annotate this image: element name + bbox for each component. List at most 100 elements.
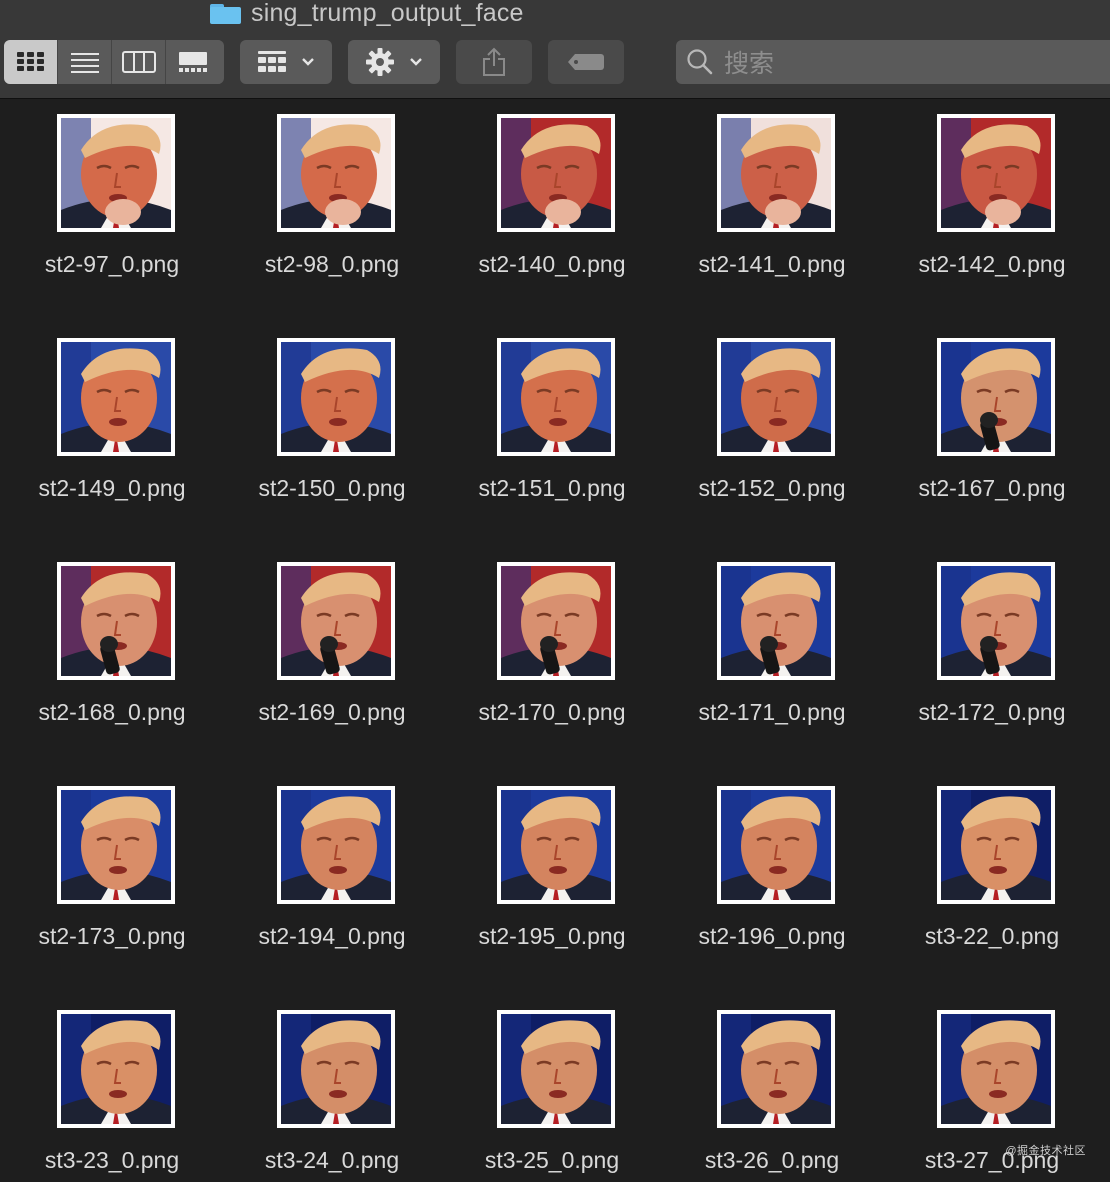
file-name-label: st2-194_0.png xyxy=(258,923,406,949)
file-item[interactable]: st2-196_0.png xyxy=(662,771,882,995)
list-view-icon xyxy=(70,53,99,73)
list-view-button[interactable] xyxy=(58,40,112,84)
image-thumbnail[interactable] xyxy=(937,114,1055,232)
file-item[interactable]: st3-22_0.png xyxy=(882,771,1102,995)
file-name-label: st2-141_0.png xyxy=(698,251,846,277)
file-name-label: st2-171_0.png xyxy=(698,699,846,725)
share-button[interactable] xyxy=(456,40,532,84)
image-thumbnail[interactable] xyxy=(497,786,615,904)
file-name-label: st2-140_0.png xyxy=(478,251,626,277)
gear-icon xyxy=(366,48,394,76)
image-thumbnail[interactable] xyxy=(937,1010,1055,1128)
file-item[interactable]: st2-152_0.png xyxy=(662,323,882,547)
file-item[interactable]: st2-151_0.png xyxy=(442,323,662,547)
gallery-view-icon xyxy=(179,52,207,72)
image-thumbnail[interactable] xyxy=(277,786,395,904)
search-field[interactable]: 搜索 xyxy=(676,40,1110,84)
group-by-button[interactable] xyxy=(240,40,332,84)
file-item[interactable]: st3-25_0.png xyxy=(442,995,662,1182)
image-thumbnail[interactable] xyxy=(57,114,175,232)
file-name-label: st3-25_0.png xyxy=(484,1147,620,1173)
image-thumbnail[interactable] xyxy=(717,562,835,680)
file-item[interactable]: st2-172_0.png xyxy=(882,547,1102,771)
share-icon xyxy=(483,47,505,76)
window-title: sing_trump_output_face xyxy=(210,0,524,27)
file-name-label: st2-172_0.png xyxy=(918,699,1066,725)
file-item[interactable]: st3-26_0.png xyxy=(662,995,882,1182)
file-item[interactable]: st2-98_0.png xyxy=(222,99,442,323)
image-thumbnail[interactable] xyxy=(497,114,615,232)
file-item[interactable]: st2-150_0.png xyxy=(222,323,442,547)
view-mode-control xyxy=(4,40,224,84)
file-name-label: st3-24_0.png xyxy=(264,1147,400,1173)
file-item[interactable]: st2-194_0.png xyxy=(222,771,442,995)
chevron-down-icon xyxy=(302,58,314,66)
file-name-label: st2-167_0.png xyxy=(918,475,1066,501)
image-thumbnail[interactable] xyxy=(497,562,615,680)
file-item[interactable]: st2-168_0.png xyxy=(2,547,222,771)
image-thumbnail[interactable] xyxy=(717,786,835,904)
file-item[interactable]: st2-169_0.png xyxy=(222,547,442,771)
file-name-label: st2-173_0.png xyxy=(38,923,186,949)
image-thumbnail[interactable] xyxy=(937,562,1055,680)
search-placeholder: 搜索 xyxy=(724,50,775,78)
column-view-icon xyxy=(121,51,156,73)
file-name-label: st2-195_0.png xyxy=(478,923,626,949)
finder-window: sing_trump_output_face 搜索 st2-97_0.png s… xyxy=(0,0,1110,1182)
folder-icon xyxy=(210,2,241,24)
icon-view-button[interactable] xyxy=(4,40,58,84)
file-item[interactable]: st2-97_0.png xyxy=(2,99,222,323)
file-item[interactable]: st2-140_0.png xyxy=(442,99,662,323)
file-name-label: st2-97_0.png xyxy=(44,251,180,277)
file-item[interactable]: st2-195_0.png xyxy=(442,771,662,995)
image-thumbnail[interactable] xyxy=(717,114,835,232)
image-thumbnail[interactable] xyxy=(277,1010,395,1128)
image-thumbnail[interactable] xyxy=(717,1010,835,1128)
tag-icon xyxy=(568,54,604,70)
image-thumbnail[interactable] xyxy=(277,562,395,680)
file-name-label: st2-196_0.png xyxy=(698,923,846,949)
grid-group-icon xyxy=(258,51,286,72)
image-thumbnail[interactable] xyxy=(497,338,615,456)
tag-button[interactable] xyxy=(548,40,624,84)
file-item[interactable]: st2-170_0.png xyxy=(442,547,662,771)
image-thumbnail[interactable] xyxy=(717,338,835,456)
file-name-label: st2-170_0.png xyxy=(478,699,626,725)
file-item[interactable]: st2-171_0.png xyxy=(662,547,882,771)
image-thumbnail[interactable] xyxy=(277,338,395,456)
file-name-label: st2-152_0.png xyxy=(698,475,846,501)
file-item[interactable]: st2-173_0.png xyxy=(2,771,222,995)
file-name-label: st2-169_0.png xyxy=(258,699,406,725)
file-icon-grid: st2-97_0.png st2-98_0.png st2-140_0.png st2… xyxy=(0,99,1110,1182)
toolbar: sing_trump_output_face 搜索 xyxy=(0,0,1110,99)
image-thumbnail[interactable] xyxy=(57,1010,175,1128)
image-thumbnail[interactable] xyxy=(937,786,1055,904)
file-name-label: st2-98_0.png xyxy=(264,251,400,277)
image-thumbnail[interactable] xyxy=(937,338,1055,456)
gallery-view-button[interactable] xyxy=(166,40,220,84)
file-name-label: st3-26_0.png xyxy=(704,1147,840,1173)
image-thumbnail[interactable] xyxy=(57,562,175,680)
file-name-label: st2-142_0.png xyxy=(918,251,1066,277)
file-item[interactable]: st3-24_0.png xyxy=(222,995,442,1182)
file-name-label: st3-23_0.png xyxy=(44,1147,180,1173)
file-item[interactable]: st2-142_0.png xyxy=(882,99,1102,323)
icon-view-icon xyxy=(16,52,44,71)
image-thumbnail[interactable] xyxy=(57,338,175,456)
image-thumbnail[interactable] xyxy=(277,114,395,232)
file-item[interactable]: st3-23_0.png xyxy=(2,995,222,1182)
file-name-label: st2-150_0.png xyxy=(258,475,406,501)
file-name-label: st2-149_0.png xyxy=(38,475,186,501)
file-name-label: st2-168_0.png xyxy=(38,699,186,725)
search-icon xyxy=(687,49,713,75)
file-item[interactable]: st2-149_0.png xyxy=(2,323,222,547)
folder-name: sing_trump_output_face xyxy=(251,0,524,27)
action-menu-button[interactable] xyxy=(348,40,440,84)
file-name-label: st2-151_0.png xyxy=(478,475,626,501)
image-thumbnail[interactable] xyxy=(57,786,175,904)
file-item[interactable]: st2-141_0.png xyxy=(662,99,882,323)
column-view-button[interactable] xyxy=(112,40,166,84)
file-item[interactable]: st2-167_0.png xyxy=(882,323,1102,547)
chevron-down-icon xyxy=(410,58,422,66)
image-thumbnail[interactable] xyxy=(497,1010,615,1128)
